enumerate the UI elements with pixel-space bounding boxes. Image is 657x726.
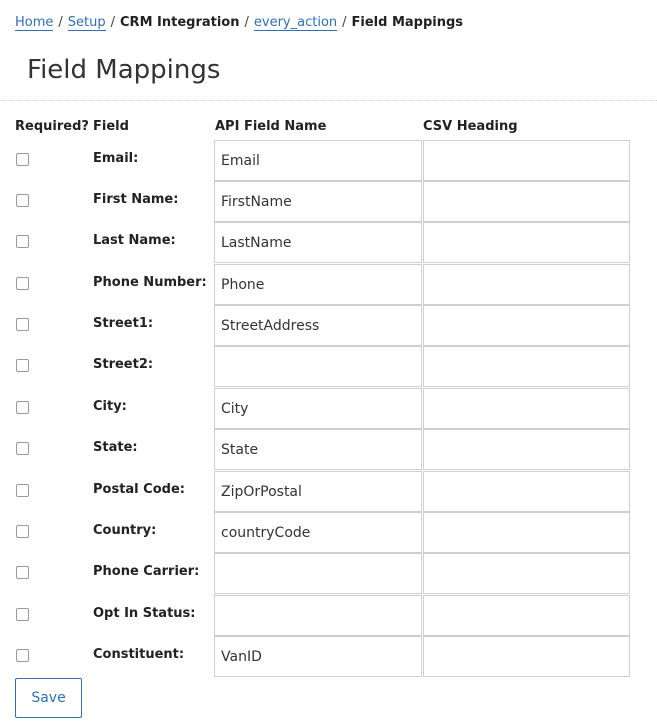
table-row: State: xyxy=(15,429,635,470)
field-label: Postal Code: xyxy=(93,482,185,497)
breadcrumb-home-link[interactable]: Home xyxy=(15,15,54,31)
table-row: Street1: xyxy=(15,305,635,346)
title-divider xyxy=(0,100,657,101)
breadcrumb-setup-link[interactable]: Setup xyxy=(67,15,106,31)
required-checkbox[interactable] xyxy=(16,359,29,372)
required-checkbox[interactable] xyxy=(16,608,29,621)
table-row: Phone Carrier: xyxy=(15,553,635,594)
api-field-name-input[interactable] xyxy=(214,471,422,512)
csv-heading-input[interactable] xyxy=(423,636,630,677)
field-label: Phone Carrier: xyxy=(93,564,200,579)
page-title: Field Mappings xyxy=(27,55,221,85)
field-label: Last Name: xyxy=(93,233,176,248)
csv-heading-input[interactable] xyxy=(423,471,630,512)
breadcrumb-separator: / xyxy=(244,15,249,30)
breadcrumb-every-action-link[interactable]: every_action xyxy=(253,15,338,31)
api-field-name-input[interactable] xyxy=(214,636,422,677)
header-api-field-name: API Field Name xyxy=(215,119,327,134)
api-field-name-input[interactable] xyxy=(214,181,422,222)
header-required: Required? xyxy=(15,119,89,134)
table-row: City: xyxy=(15,388,635,429)
api-field-name-input[interactable] xyxy=(214,595,422,636)
breadcrumb: Home / Setup / CRM Integration / every_action /… xyxy=(15,13,463,33)
api-field-name-input[interactable] xyxy=(214,264,422,305)
table-row: First Name: xyxy=(15,181,635,222)
csv-heading-input[interactable] xyxy=(423,512,630,553)
field-label: Email: xyxy=(93,151,139,166)
table-row: Constituent: xyxy=(15,636,635,677)
csv-heading-input[interactable] xyxy=(423,429,630,470)
api-field-name-input[interactable] xyxy=(214,429,422,470)
breadcrumb-crm-integration: CRM Integration xyxy=(120,15,240,30)
required-checkbox[interactable] xyxy=(16,525,29,538)
table-row: Last Name: xyxy=(15,222,635,263)
api-field-name-input[interactable] xyxy=(214,140,422,181)
csv-heading-input[interactable] xyxy=(423,388,630,429)
api-field-name-input[interactable] xyxy=(214,305,422,346)
field-label: Phone Number: xyxy=(93,275,207,290)
field-label: Street1: xyxy=(93,316,154,331)
save-button[interactable]: Save xyxy=(15,678,82,718)
api-field-name-input[interactable] xyxy=(214,222,422,263)
breadcrumb-separator: / xyxy=(342,15,347,30)
required-checkbox[interactable] xyxy=(16,566,29,579)
csv-heading-input[interactable] xyxy=(423,346,630,387)
field-label: Country: xyxy=(93,523,157,538)
table-row: Email: xyxy=(15,140,635,181)
required-checkbox[interactable] xyxy=(16,277,29,290)
csv-heading-input[interactable] xyxy=(423,140,630,181)
required-checkbox[interactable] xyxy=(16,153,29,166)
table-header: Required? Field API Field Name CSV Headi… xyxy=(15,117,635,137)
required-checkbox[interactable] xyxy=(16,318,29,331)
csv-heading-input[interactable] xyxy=(423,222,630,263)
table-row: Street2: xyxy=(15,346,635,387)
breadcrumb-separator: / xyxy=(58,15,63,30)
api-field-name-input[interactable] xyxy=(214,346,422,387)
field-label: City: xyxy=(93,399,127,414)
csv-heading-input[interactable] xyxy=(423,305,630,346)
table-row: Phone Number: xyxy=(15,264,635,305)
required-checkbox[interactable] xyxy=(16,401,29,414)
csv-heading-input[interactable] xyxy=(423,181,630,222)
breadcrumb-current-page: Field Mappings xyxy=(351,15,464,30)
field-label: Opt In Status: xyxy=(93,606,196,621)
field-label: Street2: xyxy=(93,357,154,372)
api-field-name-input[interactable] xyxy=(214,388,422,429)
api-field-name-input[interactable] xyxy=(214,553,422,594)
api-field-name-input[interactable] xyxy=(214,512,422,553)
required-checkbox[interactable] xyxy=(16,442,29,455)
breadcrumb-separator: / xyxy=(110,15,116,30)
required-checkbox[interactable] xyxy=(16,235,29,248)
table-row: Country: xyxy=(15,512,635,553)
csv-heading-input[interactable] xyxy=(423,595,630,636)
required-checkbox[interactable] xyxy=(16,484,29,497)
header-field: Field xyxy=(93,119,129,134)
table-row: Opt In Status: xyxy=(15,595,635,636)
field-label: Constituent: xyxy=(93,647,185,662)
required-checkbox[interactable] xyxy=(16,649,29,662)
csv-heading-input[interactable] xyxy=(423,553,630,594)
field-label: State: xyxy=(93,440,138,455)
field-label: First Name: xyxy=(93,192,179,207)
table-row: Postal Code: xyxy=(15,471,635,512)
csv-heading-input[interactable] xyxy=(423,264,630,305)
required-checkbox[interactable] xyxy=(16,194,29,207)
header-csv-heading: CSV Heading xyxy=(423,119,518,134)
